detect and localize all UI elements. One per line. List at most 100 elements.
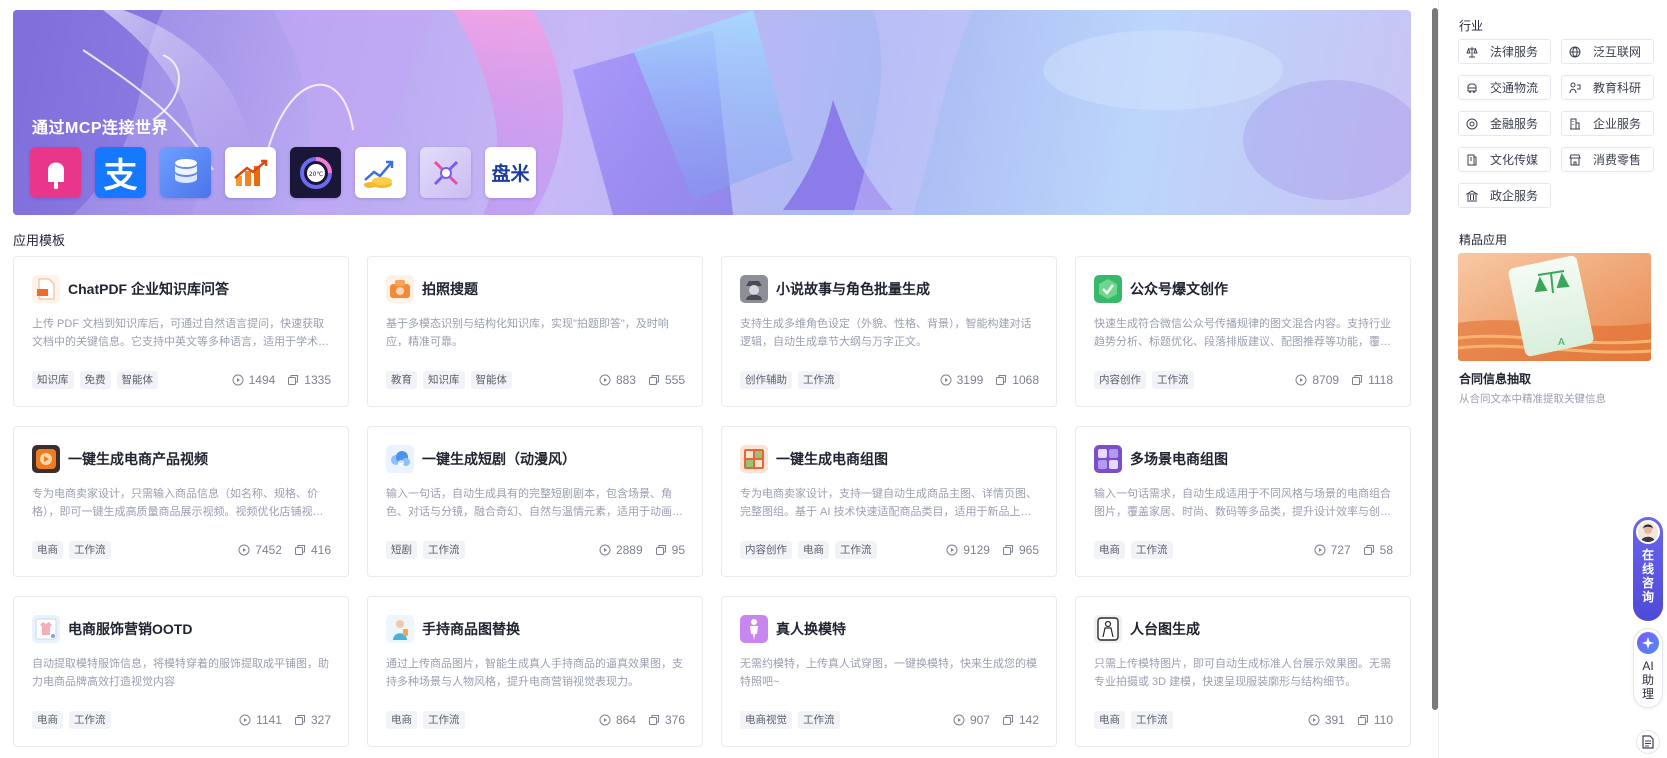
card-tags: 知识库 免费 智能体 (32, 371, 158, 389)
card-description: 只需上传模特图片，即可自动生成标准人台展示效果图。无需专业拍摄或 3D 建模，快… (1094, 658, 1391, 688)
money-growth-logo-icon[interactable] (355, 147, 406, 198)
card-tags: 电商 工作流 (32, 541, 111, 559)
template-card[interactable]: 电商服饰营销OOTD 自动提取模特服饰信息，将模特穿着的服饰提取成平铺图，助力电… (13, 596, 349, 747)
card-tag: 电商 (32, 541, 63, 559)
industry-item[interactable]: 文化传媒 (1458, 147, 1551, 172)
industry-item[interactable]: 政企服务 (1458, 183, 1551, 208)
card-stats: 727 58 (1314, 543, 1393, 557)
industry-label: 法律服务 (1490, 45, 1539, 59)
card-tag: 电商 (32, 711, 63, 729)
play-count: 391 (1324, 713, 1345, 727)
card-tag: 工作流 (835, 541, 877, 559)
template-card[interactable]: 人台图生成 只需上传模特图片，即可自动生成标准人台展示效果图。无需专业拍摄或 3… (1075, 596, 1411, 747)
template-card[interactable]: 公众号爆文创作 快速生成符合微信公众号传播规律的图文混合内容。支持行业趋势分析、… (1075, 256, 1411, 407)
card-tag: 工作流 (798, 371, 840, 389)
template-card[interactable]: 小说故事与角色批量生成 支持生成多维角色设定（外貌、性格、背景），智能构建对话逻… (721, 256, 1057, 407)
card-tags: 电商 工作流 (32, 711, 111, 729)
industry-item[interactable]: 金融服务 (1458, 111, 1551, 136)
template-card[interactable]: 一键生成短剧（动漫风） 输入一句话，自动生成具有的完整短剧剧本，包含场景、角色、… (367, 426, 703, 577)
card-description: 专为电商卖家设计，支持一键自动生成商品主图、详情页图、完整图组。基于 AI 技术… (740, 488, 1037, 518)
featured-app-title[interactable]: 合同信息抽取 (1459, 370, 1531, 387)
template-card[interactable]: 一键生成电商组图 专为电商卖家设计，支持一键自动生成商品主图、详情页图、完整图组… (721, 426, 1057, 577)
multi-scene-icon (1094, 445, 1122, 473)
copy-count-icon (648, 714, 660, 726)
industry-item[interactable]: 交通物流 (1458, 75, 1551, 100)
database-logo-icon[interactable] (160, 147, 211, 198)
pdf-doc-icon (32, 275, 60, 303)
card-description: 无需约模特，上传真人试穿图，一键换模特，快来生成您的模特照吧~ (740, 658, 1037, 688)
template-card[interactable]: 真人换模特 无需约模特，上传真人试穿图，一键换模特，快来生成您的模特照吧~ 电商… (721, 596, 1057, 747)
card-title: 电商服饰营销OOTD (68, 621, 193, 637)
copy-count-icon (1363, 544, 1375, 556)
industry-label: 政企服务 (1490, 189, 1539, 203)
card-tags: 电商 工作流 (386, 711, 465, 729)
play-count-icon (232, 374, 244, 386)
copy-count-icon (648, 374, 660, 386)
featured-app-desc: 从合同文本中精准提取关键信息 (1459, 393, 1606, 405)
template-card[interactable]: 拍照搜题 基于多模态识别与结构化知识库，实现"拍题即答"，及时响应，精准可靠。 … (367, 256, 703, 407)
card-tag: 工作流 (1131, 711, 1173, 729)
industry-item[interactable]: 消费零售 (1561, 147, 1654, 172)
copy-count: 376 (664, 713, 685, 727)
card-tags: 内容创作 电商 工作流 (740, 541, 877, 559)
play-count-icon (599, 544, 611, 556)
model-figure-icon (740, 615, 768, 643)
copy-count: 555 (664, 373, 685, 387)
stock-chart-logo-icon[interactable] (225, 147, 276, 198)
industry-item[interactable]: 企业服务 (1561, 111, 1654, 136)
svg-text:A: A (1558, 337, 1565, 348)
play-count-icon (599, 374, 611, 386)
card-tag: 知识库 (32, 371, 74, 389)
card-tag: 工作流 (798, 711, 840, 729)
card-tag: 工作流 (423, 711, 465, 729)
section-title-templates: 应用模板 (13, 233, 66, 248)
circle-gauge-logo-icon[interactable]: 20℃ (290, 147, 341, 198)
panmi-logo-icon[interactable]: 盘米 (485, 147, 536, 198)
copy-count: 1118 (1368, 373, 1393, 387)
template-card[interactable]: 手持商品图替换 通过上传商品图片，智能生成真人手持商品的逼真效果图，支持多种场景… (367, 596, 703, 747)
industry-item[interactable]: 教育科研 (1561, 75, 1654, 100)
online-consult-label: 在线咨询 (1641, 548, 1654, 604)
template-card[interactable]: 多场景电商组图 输入一句话需求，自动生成适用于不同风格与场景的电商组合图片，覆盖… (1075, 426, 1411, 577)
ai-assistant-label: AI助理 (1641, 659, 1654, 701)
teacher-icon (1569, 82, 1581, 94)
camera-bag-icon (386, 275, 414, 303)
copy-count: 965 (1018, 543, 1039, 557)
play-count: 9129 (963, 543, 990, 557)
copy-count: 95 (671, 543, 685, 557)
featured-heading: 精品应用 (1459, 233, 1508, 247)
document-icon[interactable] (1636, 730, 1660, 754)
copy-count: 416 (310, 543, 331, 557)
coin-icon (1466, 118, 1478, 130)
mcp-banner[interactable]: 通过MCP连接世界 支 20℃ 盘米 (13, 10, 1411, 215)
template-card[interactable]: ChatPDF 企业知识库问答 上传 PDF 文档到知识库后，可通过自然语言提问… (13, 256, 349, 407)
ai-assistant-button[interactable]: AI助理 (1633, 628, 1663, 708)
template-card[interactable]: 一键生成电商产品视频 专为电商卖家设计，只需输入商品信息（如名称、规格、价格），… (13, 426, 349, 577)
copy-count-icon (1002, 544, 1014, 556)
video-play-icon (32, 445, 60, 473)
copy-count: 327 (310, 713, 331, 727)
card-tag: 工作流 (1131, 541, 1173, 559)
online-consult-button[interactable]: 在线咨询 (1633, 517, 1663, 621)
featured-app-image[interactable]: A (1458, 253, 1651, 361)
hand-model-icon (386, 615, 414, 643)
copy-count: 142 (1018, 713, 1039, 727)
industry-item[interactable]: 法律服务 (1458, 39, 1551, 64)
card-tag: 工作流 (423, 541, 465, 559)
green-badge-icon (1094, 275, 1122, 303)
alipay-logo-icon[interactable]: 支 (95, 147, 146, 198)
satellite-logo-icon[interactable] (420, 147, 471, 198)
play-count: 8709 (1312, 373, 1340, 387)
industry-label: 消费零售 (1593, 153, 1642, 167)
template-grid: ChatPDF 企业知识库问答 上传 PDF 文档到知识库后，可通过自然语言提问… (13, 256, 1411, 747)
building-icon (1569, 118, 1581, 130)
card-stats: 2889 95 (599, 543, 685, 557)
play-count-icon (1314, 544, 1326, 556)
government-icon (1466, 189, 1478, 202)
mannequin-icon (1094, 615, 1122, 643)
card-tags: 教育 知识库 智能体 (386, 371, 512, 389)
industry-label: 交通物流 (1490, 81, 1539, 95)
card-tag: 内容创作 (740, 541, 792, 559)
industry-item[interactable]: 泛互联网 (1561, 39, 1654, 64)
popsicle-logo-icon[interactable] (30, 147, 81, 198)
